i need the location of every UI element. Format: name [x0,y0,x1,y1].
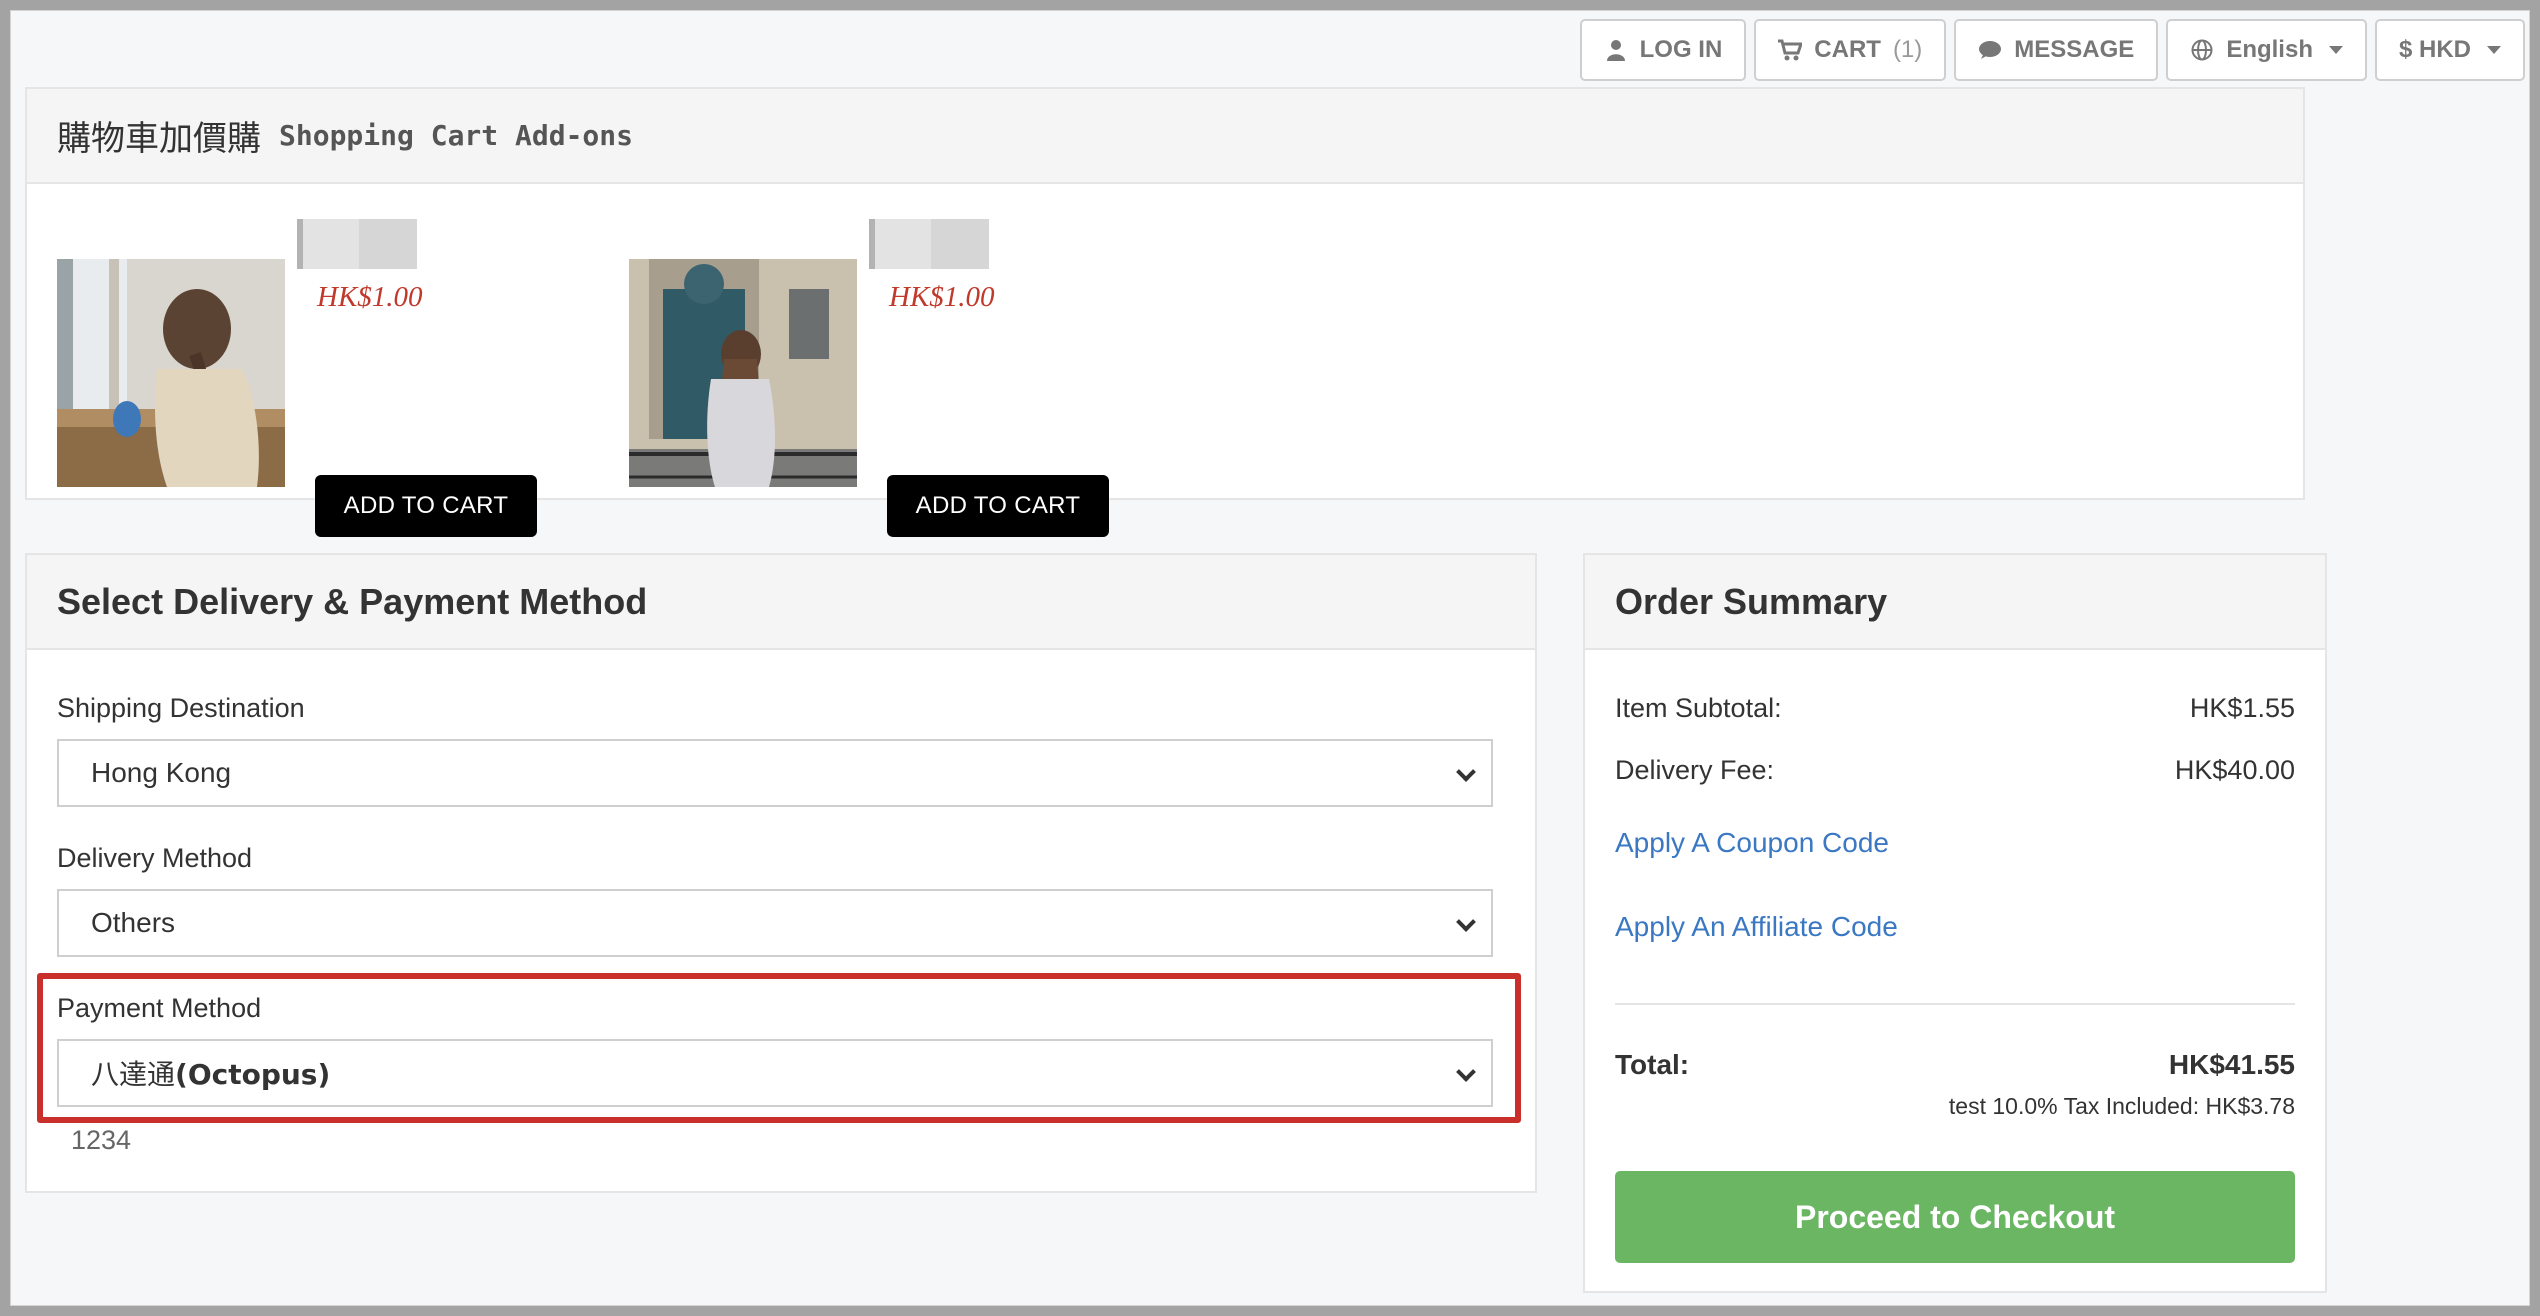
summary-title: Order Summary [1615,580,1888,622]
cart-label: CART [1814,36,1881,63]
chevron-down-icon [1456,762,1476,782]
caret-down-icon [2487,46,2501,54]
language-label: English [2226,36,2313,63]
product-price: HK$1.00 [317,281,423,313]
shipping-destination-value: Hong Kong [91,757,232,788]
delivery-method-value: Others [91,907,176,938]
apply-affiliate-link[interactable]: Apply An Affiliate Code [1615,911,1898,943]
delivery-header: Select Delivery & Payment Method [27,555,1535,650]
shopping-cart-icon [1778,38,1803,62]
delivery-method-label: Delivery Method [57,843,253,873]
cart-button[interactable]: CART (1) [1754,19,1947,81]
chevron-down-icon [1456,912,1476,932]
chat-bubble-icon [1978,38,2002,62]
add-to-cart-button[interactable]: ADD TO CART [887,475,1109,537]
caret-down-icon [2328,46,2343,54]
user-icon [1604,38,1628,62]
addons-header: 購物車加價購 Shopping Cart Add-ons [27,89,2303,184]
addons-title-en: Shopping Cart Add-ons [279,119,634,152]
cart-addons-panel: 購物車加價購 Shopping Cart Add-ons HK$1.00 ADD… [25,87,2305,537]
summary-header: Order Summary [1585,555,2325,650]
item-subtotal-value: HK$1.55 [2189,693,2295,723]
total-label: Total: [1615,1049,1690,1080]
product-price: HK$1.00 [889,281,995,313]
delivery-fee-label: Delivery Fee: [1615,755,1775,785]
product-image-2[interactable] [629,259,857,487]
delivery-fee-value: HK$40.00 [2174,755,2295,785]
apply-coupon-link[interactable]: Apply A Coupon Code [1615,827,1889,859]
browser-viewport: LOG IN CART (1) MESSAGE English $ HKD 購物… [10,10,2530,1306]
tax-included-note: test 10.0% Tax Included: HK$3.78 [1948,1093,2295,1119]
delivery-title: Select Delivery & Payment Method [57,580,648,622]
product-name-placeholder [297,219,417,269]
login-button[interactable]: LOG IN [1579,19,1747,81]
shipping-destination-label: Shipping Destination [57,693,305,723]
login-label: LOG IN [1639,36,1723,63]
currency-label: $ HKD [2398,36,2471,63]
message-button[interactable]: MESSAGE [1954,19,2159,81]
add-to-cart-button[interactable]: ADD TO CART [315,475,537,537]
addons-title-zh: 購物車加價購 [57,119,261,159]
item-subtotal-row: Item Subtotal: HK$1.55 [1615,693,2295,724]
language-dropdown[interactable]: English [2166,19,2367,81]
delivery-fee-row: Delivery Fee: HK$40.00 [1615,755,2295,786]
product-image-1[interactable] [57,259,285,487]
delivery-method-select[interactable]: Others [57,889,1493,957]
globe-icon [2190,38,2214,62]
payment-method-highlight [37,973,1521,1123]
top-nav-bar: LOG IN CART (1) MESSAGE English $ HKD [1579,19,2525,81]
order-summary-panel: Order Summary Item Subtotal: HK$1.55 Del… [1583,553,2327,1293]
currency-dropdown[interactable]: $ HKD [2374,19,2525,81]
total-value: HK$41.55 [2168,1049,2295,1080]
cart-count-badge: (1) [1892,36,1923,63]
item-subtotal-label: Item Subtotal: [1615,693,1782,723]
message-label: MESSAGE [2014,36,2135,63]
total-row: Total: HK$41.55 [1615,1049,2295,1081]
payment-note: 1234 [71,1125,132,1155]
summary-divider [1615,1003,2295,1005]
product-name-placeholder [869,219,989,269]
proceed-to-checkout-button[interactable]: Proceed to Checkout [1615,1171,2295,1263]
shipping-destination-select[interactable]: Hong Kong [57,739,1493,807]
